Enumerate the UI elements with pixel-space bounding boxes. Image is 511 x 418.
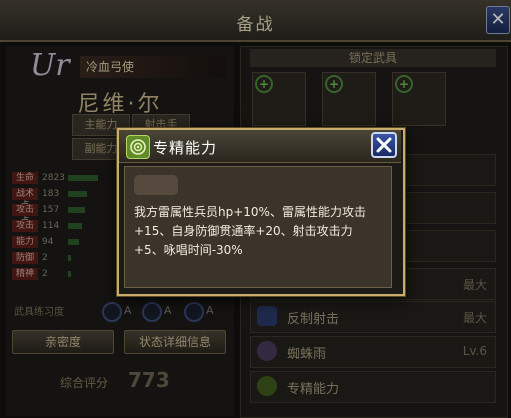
close-icon: [376, 137, 392, 153]
dialog-level-tag: [134, 175, 178, 195]
dialog-close-button[interactable]: [371, 132, 397, 158]
dialog-description: 我方雷属性兵员hp+10%、雷属性能力攻击+15、自身防御贯通率+20、射击攻击…: [134, 205, 366, 257]
dialog-title: 专精能力: [153, 139, 218, 157]
mastery-ability-icon: [126, 135, 150, 159]
